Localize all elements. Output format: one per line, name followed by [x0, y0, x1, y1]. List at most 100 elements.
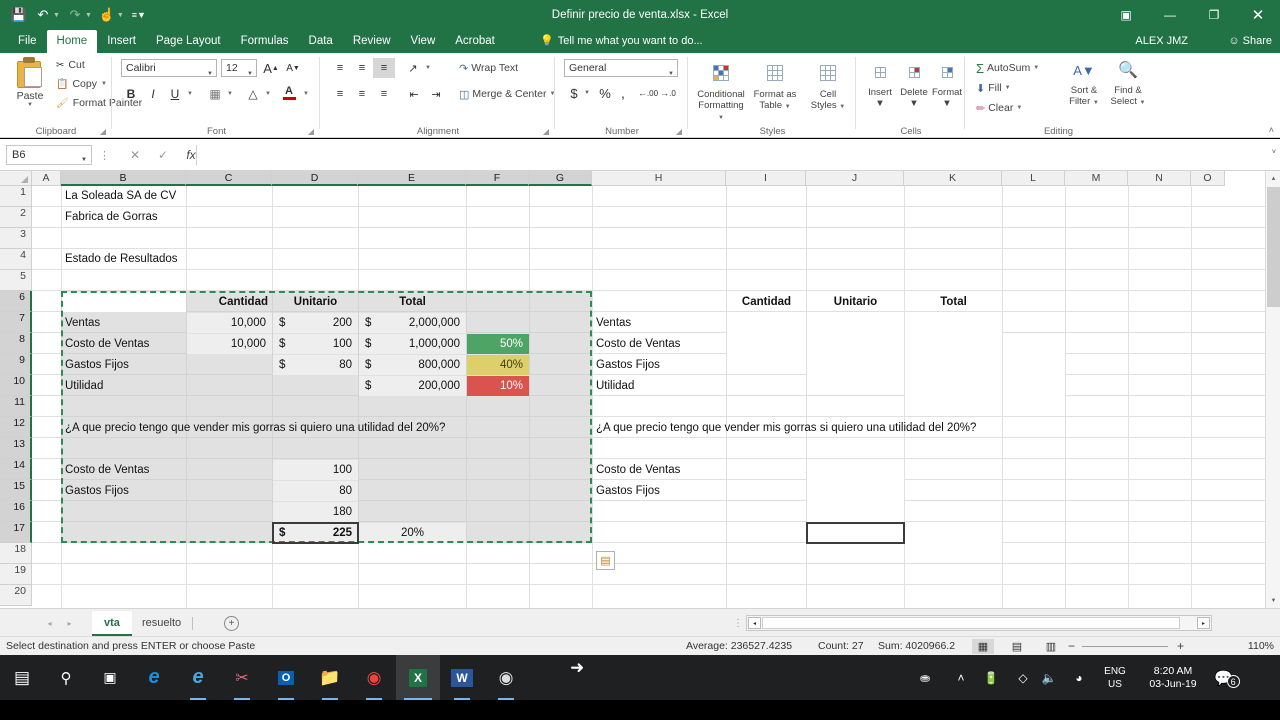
user-account-label[interactable]: ALEX JMZ: [1135, 30, 1188, 53]
sheet-tab-resuelto[interactable]: resuelto: [130, 611, 193, 636]
row-header-11[interactable]: 11: [0, 396, 32, 417]
grow-font-button[interactable]: A ▲: [261, 58, 281, 78]
decrease-indent-button[interactable]: ⇤: [403, 84, 425, 104]
snipping-tool-button[interactable]: ✂: [220, 655, 264, 700]
scroll-up-icon[interactable]: ▲: [1266, 171, 1280, 186]
vertical-scrollbar[interactable]: ▲ ▼: [1265, 171, 1280, 608]
column-header-c[interactable]: C: [186, 171, 272, 186]
row-header-17[interactable]: 17: [0, 522, 32, 543]
row-header-12[interactable]: 12: [0, 417, 32, 438]
tab-file[interactable]: File: [8, 30, 47, 53]
align-top-button[interactable]: ≡: [329, 58, 351, 78]
underline-button[interactable]: U: [165, 84, 185, 104]
tab-data[interactable]: Data: [299, 30, 343, 53]
horizontal-scrollbar[interactable]: ◂ ▸: [746, 615, 1212, 631]
row-header-6[interactable]: 6: [0, 291, 32, 312]
zoom-slider[interactable]: [1082, 646, 1168, 647]
underline-chevron-down-icon[interactable]: ▼: [185, 84, 195, 104]
cell-area[interactable]: La Soleada SA de CV Fabrica de Gorras Es…: [32, 186, 1280, 608]
wifi-icon[interactable]: ◕: [1066, 655, 1092, 700]
normal-view-button[interactable]: ▦: [972, 639, 994, 654]
cell-i6[interactable]: Cantidad: [727, 292, 806, 312]
vertical-scrollbar-thumb[interactable]: [1267, 187, 1280, 307]
format-chevron-down-icon[interactable]: ▼: [930, 98, 964, 109]
column-header-a[interactable]: A: [32, 171, 61, 186]
cell-b2[interactable]: Fabrica de Gorras: [62, 207, 362, 227]
font-size-input[interactable]: 12 ▼: [221, 59, 257, 77]
row-header-4[interactable]: 4: [0, 249, 32, 270]
microsoft-edge-button[interactable]: e: [132, 655, 176, 700]
word-button[interactable]: W: [440, 655, 484, 700]
share-button[interactable]: ☺ Share: [1228, 30, 1272, 53]
increase-decimal-button[interactable]: ← .00: [638, 83, 658, 103]
align-left-button[interactable]: ≡: [329, 84, 351, 104]
column-header-i[interactable]: I: [726, 171, 806, 186]
scroll-right-icon[interactable]: ▸: [1197, 617, 1210, 629]
name-box-chevron-down-icon[interactable]: ▼: [81, 151, 87, 169]
accounting-chevron-down-icon[interactable]: ▼: [582, 83, 592, 103]
tab-page-layout[interactable]: Page Layout: [146, 30, 231, 53]
paste-options-button[interactable]: ▤: [596, 551, 615, 570]
page-break-view-button[interactable]: ▥: [1040, 639, 1062, 654]
accounting-format-button[interactable]: $: [566, 83, 582, 103]
row-header-9[interactable]: 9: [0, 354, 32, 375]
number-dialog-launcher[interactable]: ◢: [676, 127, 682, 136]
column-header-h[interactable]: H: [592, 171, 726, 186]
tab-insert[interactable]: Insert: [97, 30, 146, 53]
status-average[interactable]: Average: 236527.4235: [686, 637, 792, 656]
tab-view[interactable]: View: [401, 30, 446, 53]
tab-formulas[interactable]: Formulas: [231, 30, 299, 53]
show-hidden-icons[interactable]: ˄: [948, 655, 974, 700]
font-color-button[interactable]: A: [279, 81, 299, 103]
dropbox-icon[interactable]: ◇: [1010, 655, 1036, 700]
cell-k6[interactable]: Total: [905, 292, 1002, 312]
cell-styles-button[interactable]: Cell Styles ▼: [802, 57, 854, 113]
cell-h15[interactable]: Gastos Fijos: [593, 481, 726, 501]
row-header-8[interactable]: 8: [0, 333, 32, 354]
clock[interactable]: 8:20 AM 03-Jun-19: [1140, 655, 1206, 700]
clear-chevron-down-icon[interactable]: ▼: [1016, 105, 1022, 111]
column-header-d[interactable]: D: [272, 171, 358, 186]
zoom-in-button[interactable]: +: [1177, 637, 1184, 656]
language-indicator[interactable]: ENG US: [1098, 655, 1132, 700]
find-select-button[interactable]: 🔍 Find & Select ▼: [1106, 55, 1150, 109]
shrink-font-button[interactable]: A ▼: [283, 58, 303, 78]
people-icon[interactable]: ⛂: [912, 655, 938, 700]
column-header-b[interactable]: B: [61, 171, 186, 186]
file-explorer-button[interactable]: 📁: [308, 655, 352, 700]
row-header-10[interactable]: 10: [0, 375, 32, 396]
notification-center-button[interactable]: 💬 6: [1214, 655, 1254, 700]
delete-cells-button[interactable]: Delete ▼: [897, 57, 931, 109]
font-size-chevron-down-icon[interactable]: ▼: [247, 66, 253, 82]
tab-acrobat[interactable]: Acrobat: [445, 30, 505, 53]
expand-formula-bar-icon[interactable]: ˅: [1272, 149, 1276, 156]
scroll-down-icon[interactable]: ▼: [1266, 593, 1280, 608]
enter-formula-icon[interactable]: ✓: [150, 145, 176, 165]
obs-studio-button[interactable]: ◉: [484, 655, 528, 700]
row-header-14[interactable]: 14: [0, 459, 32, 480]
font-name-input[interactable]: Calibri ▼: [121, 59, 217, 77]
cell-j6[interactable]: Unitario: [807, 292, 904, 312]
format-cells-button[interactable]: Format ▼: [930, 57, 964, 109]
paste-chevron-down-icon[interactable]: ▼: [8, 102, 52, 108]
page-layout-view-button[interactable]: ▤: [1006, 639, 1028, 654]
fill-color-button[interactable]: △: [243, 84, 263, 104]
row-header-2[interactable]: 2: [0, 207, 32, 228]
borders-button[interactable]: ▦: [205, 84, 225, 104]
number-format-select[interactable]: General ▼: [564, 59, 678, 77]
close-button[interactable]: ✕: [1236, 0, 1280, 30]
scroll-left-icon[interactable]: ◂: [748, 617, 761, 629]
insert-chevron-down-icon[interactable]: ▼: [863, 98, 897, 109]
copy-chevron-down-icon[interactable]: ▼: [101, 81, 107, 87]
cut-button[interactable]: ✂ Cut: [56, 59, 85, 71]
borders-chevron-down-icon[interactable]: ▼: [225, 84, 235, 104]
column-header-k[interactable]: K: [904, 171, 1002, 186]
minimize-button[interactable]: —: [1148, 0, 1192, 30]
zoom-out-button[interactable]: −: [1068, 637, 1075, 656]
format-as-table-button[interactable]: Format as Table ▼: [749, 57, 801, 113]
number-format-chevron-down-icon[interactable]: ▼: [668, 66, 674, 82]
restore-button[interactable]: ❐: [1192, 0, 1236, 30]
align-center-button[interactable]: ≡: [351, 84, 373, 104]
decrease-decimal-button[interactable]: → .0: [658, 83, 678, 103]
font-name-chevron-down-icon[interactable]: ▼: [207, 66, 213, 82]
